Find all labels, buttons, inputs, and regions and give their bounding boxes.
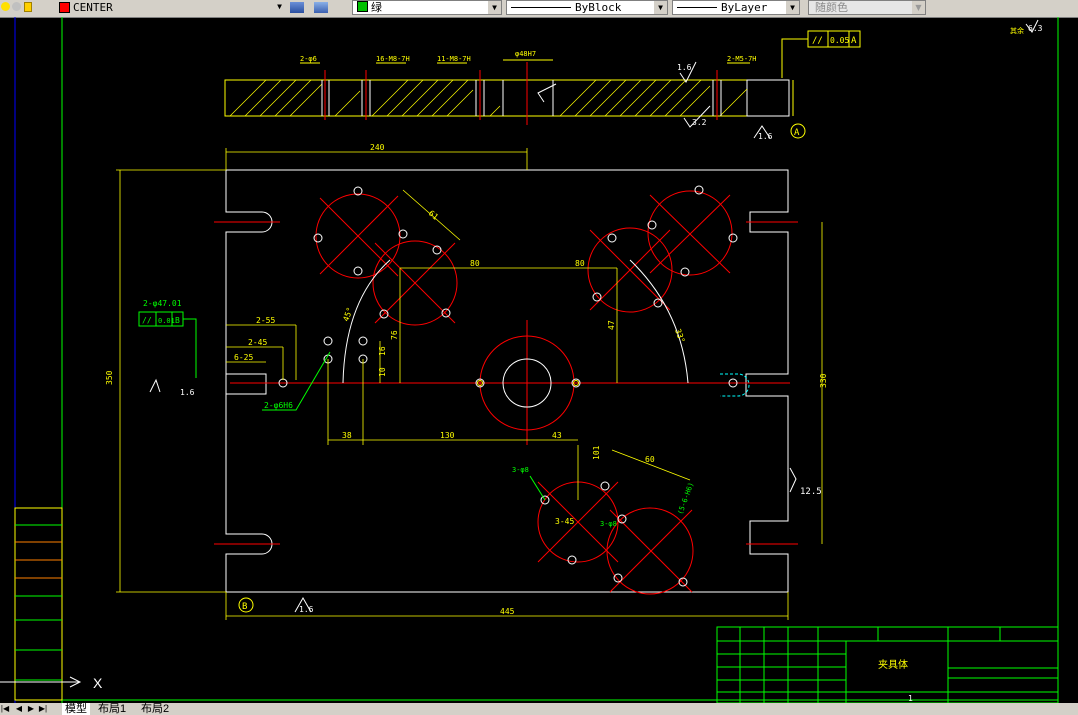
lineweight-sample xyxy=(677,7,717,8)
dim-6-25: 6-25 xyxy=(234,353,253,362)
top-note-4: 2-M5-7H xyxy=(727,55,757,63)
hole-notes: 2-φ47.01 // 0.01 B 2-φ6H6 3-φ8 3-φ8 (5-6… xyxy=(138,299,695,528)
center-lines xyxy=(214,221,798,545)
last-tab-icon[interactable]: ▶| xyxy=(38,703,48,715)
dim-2-45: 2-45 xyxy=(248,338,267,347)
dim-76: 76 xyxy=(390,330,399,340)
hole-note-1: 2-φ47.01 xyxy=(143,299,182,308)
chevron-down-icon[interactable]: ▼ xyxy=(273,0,286,13)
dim-130: 130 xyxy=(440,431,455,440)
lineweight-label: ByLayer xyxy=(721,1,768,14)
rough-2: 1.6 xyxy=(758,132,773,141)
chevron-down-icon[interactable]: ▼ xyxy=(488,1,501,14)
dim-350: 350 xyxy=(105,370,114,385)
top-note-1: 2-φ6 xyxy=(300,55,317,63)
rough-4: 3.2 xyxy=(692,118,707,127)
tol-symbol-2: // xyxy=(142,316,152,325)
dim-61: 61 xyxy=(427,209,440,222)
rough-top-label: 其余 xyxy=(1010,26,1024,35)
dim-240: 240 xyxy=(370,143,385,152)
roughness-symbols xyxy=(149,19,1039,613)
dim-445: 445 xyxy=(500,607,515,616)
color-swatch xyxy=(357,1,368,12)
layer-lock-icon[interactable] xyxy=(24,2,32,12)
dim-330: 330 xyxy=(819,373,828,388)
dim-33deg: 33° xyxy=(673,328,686,345)
top-note-5: φ48H7 xyxy=(515,50,536,58)
linetype-dropdown[interactable]: ByBlock ▼ xyxy=(506,0,668,15)
hole-note-2: 2-φ6H6 xyxy=(264,401,293,410)
flatness-tolerance-frame: // 0.05 A A xyxy=(781,30,861,139)
color-label: 绿 xyxy=(371,1,382,14)
dim-80a: 80 xyxy=(470,259,480,268)
dim-101: 101 xyxy=(592,445,601,460)
linetype-sample xyxy=(511,7,571,8)
rough-5: 1.6 xyxy=(180,388,195,397)
svg-text:X: X xyxy=(93,675,103,691)
dim-38: 38 xyxy=(342,431,352,440)
left-strip-table xyxy=(14,507,63,701)
rough-3: 1.6 xyxy=(299,605,314,614)
rough-1: 1.6 xyxy=(677,63,692,72)
layer-freeze-icon[interactable] xyxy=(12,2,21,11)
dim-60: 60 xyxy=(645,455,655,464)
color-control-dropdown[interactable]: 绿 ▼ xyxy=(352,0,502,15)
hole-note-3: 3-φ8 xyxy=(512,466,529,474)
dim-3-45: 3-45 xyxy=(555,517,574,526)
tab-model[interactable]: 模型 xyxy=(62,703,90,715)
section-view: 2-φ6 16-M8-7H 11-M8-7H 2-M5-7H φ48H7 xyxy=(224,50,790,125)
linetype-label: ByBlock xyxy=(575,1,622,14)
datum-b-symbol: B xyxy=(238,597,254,613)
title-part-name: 夹具体 xyxy=(878,658,908,671)
layer-color-swatch xyxy=(59,2,70,13)
dim-10: 10 xyxy=(378,367,387,377)
tol-symbol-1: // xyxy=(812,36,823,46)
tol-ref-1: A xyxy=(851,36,857,46)
layer-dropdown[interactable]: CENTER ▼ xyxy=(70,0,286,15)
plot-style-label: 随颜色 xyxy=(815,1,848,14)
hidden-slot xyxy=(720,373,750,397)
chevron-down-icon[interactable]: ▼ xyxy=(654,1,667,14)
properties-toolbar: CENTER ▼ 绿 ▼ ByBlock ▼ ByLayer ▼ 随颜色 ▼ xyxy=(0,0,1078,18)
top-note-3: 11-M8-7H xyxy=(437,55,471,63)
first-tab-icon[interactable]: |◀ xyxy=(0,703,10,715)
tol-value-1: 0.05 xyxy=(830,36,849,45)
rough-top: 6.3 xyxy=(1028,24,1043,33)
top-note-2: 16-M8-7H xyxy=(376,55,410,63)
drawing-frame xyxy=(14,17,1059,703)
layer-off-icon[interactable] xyxy=(1,2,10,11)
layout-tabs-bar: |◀ ◀ ▶ ▶| 模型 布局1 布局2 xyxy=(0,703,1078,715)
dimension-lines xyxy=(116,148,823,620)
layer-previous-icon[interactable] xyxy=(314,2,328,13)
dim-2-55: 2-55 xyxy=(256,316,275,325)
dim-16: 16 xyxy=(378,346,387,356)
next-tab-icon[interactable]: ▶ xyxy=(26,703,36,715)
layer-name: CENTER xyxy=(73,1,113,14)
drawing-canvas[interactable]: 2-φ6 16-M8-7H 11-M8-7H 2-M5-7H φ48H7 // … xyxy=(0,17,1078,703)
tol-ref-2: B xyxy=(175,316,180,325)
hole-note-5: (5-6-H6) xyxy=(676,481,695,515)
make-layer-current-icon[interactable] xyxy=(290,2,304,13)
chevron-down-icon: ▼ xyxy=(912,1,925,14)
plate-outline xyxy=(225,169,789,593)
hole-cluster-top-right xyxy=(587,190,733,313)
datum-a: A xyxy=(794,128,800,138)
prev-tab-icon[interactable]: ◀ xyxy=(14,703,24,715)
chevron-down-icon[interactable]: ▼ xyxy=(786,1,799,14)
datum-b: B xyxy=(242,602,247,612)
tol-value-2: 0.01 xyxy=(158,317,175,325)
dim-43: 43 xyxy=(552,431,562,440)
plot-style-dropdown: 随颜色 ▼ xyxy=(808,0,926,15)
hole-cluster-bottom xyxy=(537,481,694,595)
dim-47: 47 xyxy=(607,320,616,330)
dim-80b: 80 xyxy=(575,259,585,268)
title-sheet: 1 xyxy=(908,694,913,703)
tab-layout1[interactable]: 布局1 xyxy=(98,703,126,715)
lineweight-dropdown[interactable]: ByLayer ▼ xyxy=(672,0,800,15)
hole-note-4: 3-φ8 xyxy=(600,520,617,528)
rough-6: 12.5 xyxy=(800,487,822,497)
tab-layout2[interactable]: 布局2 xyxy=(141,703,169,715)
